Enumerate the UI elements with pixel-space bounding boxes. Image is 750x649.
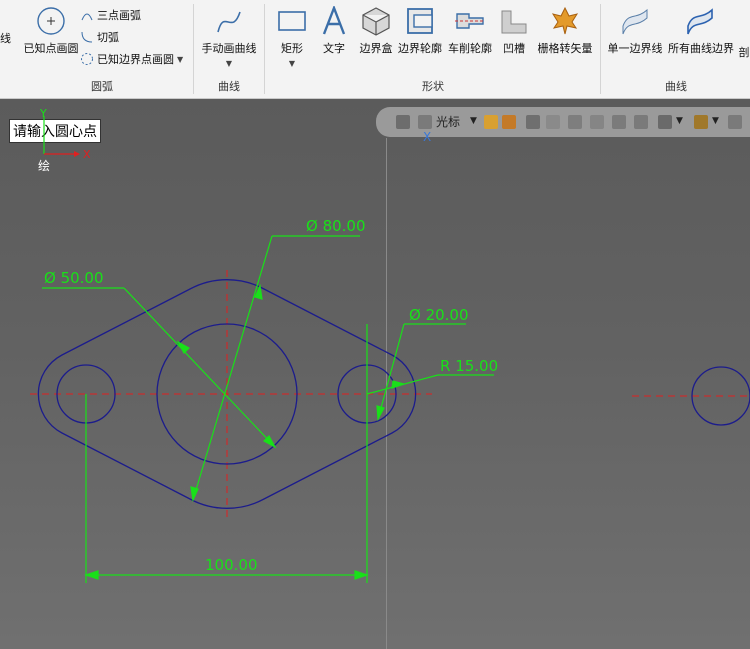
d80-label: Ø 80.00 xyxy=(306,217,366,235)
d50-label: Ø 50.00 xyxy=(44,269,104,287)
d80-leader[interactable] xyxy=(192,235,273,501)
centerlines xyxy=(30,270,750,520)
len100-label: 100.00 xyxy=(205,556,258,574)
viewport-axis-x-label: X xyxy=(423,130,431,144)
r15-arrow-icon xyxy=(391,380,407,389)
d50-arrow-top-icon xyxy=(176,340,190,354)
r15-label: R 15.00 xyxy=(440,357,498,375)
cad-drawing: Y X 绘 X Ø 80.00 Ø 50.00 Ø 20.00 R 15.00 … xyxy=(30,107,750,583)
axis-x-label: X xyxy=(83,148,91,161)
d50-leader[interactable] xyxy=(123,287,276,448)
d20-label: Ø 20.00 xyxy=(409,306,469,324)
ucs-axis-indicator: Y X 绘 X xyxy=(38,107,431,173)
len100-arrow-left-icon xyxy=(84,570,99,580)
d20-arrow-icon xyxy=(376,405,385,422)
dimensions: Ø 80.00 Ø 50.00 Ø 20.00 R 15.00 100.00 xyxy=(42,217,498,583)
len100-arrow-right-icon xyxy=(354,570,369,580)
d20-leader[interactable] xyxy=(377,323,405,420)
axis-y-label: Y xyxy=(39,107,47,120)
origin-label: 绘 xyxy=(38,158,50,173)
d80-arrow-icon xyxy=(190,486,199,503)
